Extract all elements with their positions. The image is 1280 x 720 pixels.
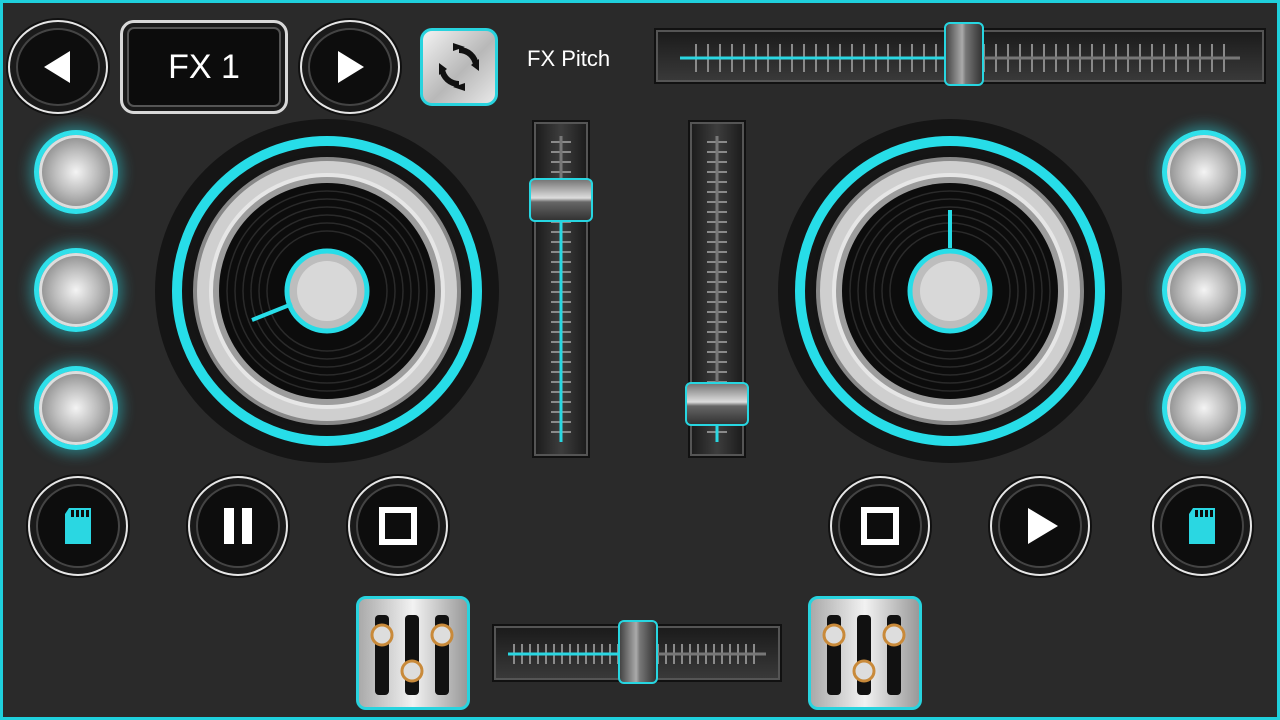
crossfader-knob[interactable] <box>618 620 658 684</box>
equalizer-icon <box>822 615 906 695</box>
left-load-button[interactable] <box>28 476 128 576</box>
left-pad-3[interactable] <box>34 366 118 450</box>
fx-pitch-knob[interactable] <box>944 22 984 86</box>
sd-card-icon <box>1189 508 1215 544</box>
fx-prev-button[interactable] <box>8 20 108 114</box>
right-play-button[interactable] <box>990 476 1090 576</box>
right-stop-button[interactable] <box>830 476 930 576</box>
fx-next-button[interactable] <box>300 20 400 114</box>
sync-arrows-icon <box>439 43 479 91</box>
left-pad-2[interactable] <box>34 248 118 332</box>
right-volume-knob[interactable] <box>685 382 749 426</box>
equalizer-icon <box>370 615 454 695</box>
fx-display: FX 1 <box>120 20 288 114</box>
right-pad-1[interactable] <box>1162 130 1246 214</box>
left-pause-button[interactable] <box>188 476 288 576</box>
triangle-right-icon <box>338 51 364 83</box>
left-turntable[interactable] <box>152 116 502 466</box>
left-equalizer-button[interactable] <box>356 596 470 710</box>
fx-pitch-label: FX Pitch <box>527 46 611 71</box>
fx-pitch-slider[interactable] <box>654 22 1266 86</box>
right-equalizer-button[interactable] <box>808 596 922 710</box>
sd-card-icon <box>65 508 91 544</box>
stop-icon <box>861 507 899 545</box>
right-load-button[interactable] <box>1152 476 1252 576</box>
triangle-left-icon <box>44 51 70 83</box>
left-stop-button[interactable] <box>348 476 448 576</box>
right-pad-3[interactable] <box>1162 366 1246 450</box>
fx-label: FX 1 <box>168 47 240 86</box>
left-pad-1[interactable] <box>34 130 118 214</box>
sync-button[interactable] <box>420 28 498 106</box>
left-volume-knob[interactable] <box>529 178 593 222</box>
crossfader-slider[interactable] <box>492 620 782 684</box>
pause-icon <box>224 508 252 544</box>
right-pad-2[interactable] <box>1162 248 1246 332</box>
play-icon <box>1028 508 1058 544</box>
right-turntable[interactable] <box>775 116 1125 466</box>
left-volume-slider[interactable] <box>529 120 593 458</box>
right-volume-slider[interactable] <box>685 120 749 458</box>
left-volume-ticks <box>551 136 571 442</box>
stop-icon <box>379 507 417 545</box>
